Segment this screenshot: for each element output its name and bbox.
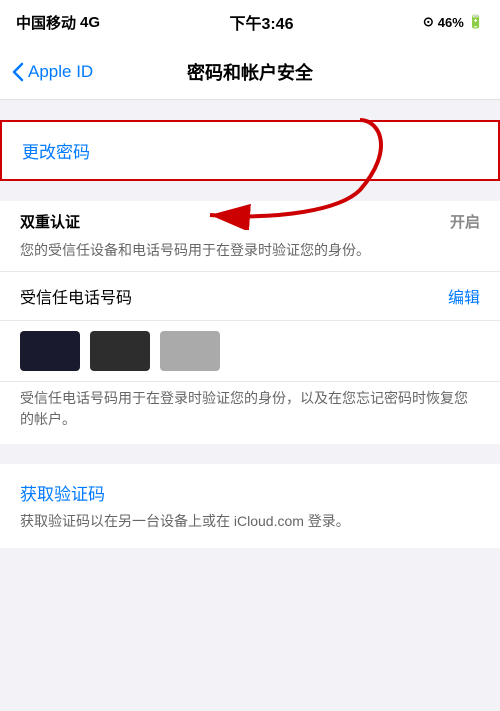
battery-label: 46% — [438, 15, 464, 30]
phone-thumb-2 — [90, 331, 150, 371]
trusted-phone-row[interactable]: 受信任电话号码 编辑 — [0, 271, 500, 320]
network-label: 4G — [80, 14, 100, 31]
status-time: 下午3:46 — [229, 10, 293, 34]
content-area: 更改密码 双重认证 开启 您的受信任设备和电话号码用于在登录时验证您的身份。 受… — [0, 100, 500, 568]
nav-bar: Apple ID 密码和帐户安全 — [0, 44, 500, 100]
status-right: ⊙ 46% 🔋 — [423, 14, 484, 30]
status-left: 中国移动 4G — [16, 12, 100, 33]
carrier-label: 中国移动 — [16, 12, 76, 33]
trusted-phone-desc: 受信任电话号码用于在登录时验证您的身份，以及在您忘记密码时恢复您的帐户。 — [0, 381, 500, 444]
phone-thumb-3 — [160, 331, 220, 371]
get-code-card: 获取验证码 获取验证码以在另一台设备上或在 iCloud.com 登录。 — [0, 464, 500, 548]
change-password-label: 更改密码 — [22, 138, 90, 163]
trusted-phone-label: 受信任电话号码 — [20, 284, 132, 308]
battery-icon: 🔋 — [468, 14, 484, 30]
get-code-label[interactable]: 获取验证码 — [20, 480, 480, 505]
page-title: 密码和帐户安全 — [187, 59, 313, 85]
trusted-phone-edit[interactable]: 编辑 — [448, 284, 480, 308]
change-password-item[interactable]: 更改密码 — [2, 122, 498, 179]
get-code-desc: 获取验证码以在另一台设备上或在 iCloud.com 登录。 — [20, 511, 480, 532]
back-label: Apple ID — [28, 62, 93, 82]
two-factor-status: 开启 — [450, 211, 480, 232]
two-factor-heading: 双重认证 — [20, 211, 80, 232]
two-factor-section: 双重认证 开启 您的受信任设备和电话号码用于在登录时验证您的身份。 受信任电话号… — [0, 201, 500, 444]
phone-thumbnails — [0, 320, 500, 381]
location-icon: ⊙ — [423, 14, 434, 30]
back-button[interactable]: Apple ID — [12, 62, 93, 82]
two-factor-description: 您的受信任设备和电话号码用于在登录时验证您的身份。 — [0, 238, 500, 271]
phone-thumb-1 — [20, 331, 80, 371]
back-chevron-icon — [12, 62, 24, 82]
two-factor-header: 双重认证 开启 — [0, 201, 500, 238]
get-code-item[interactable]: 获取验证码 获取验证码以在另一台设备上或在 iCloud.com 登录。 — [0, 464, 500, 548]
status-bar: 中国移动 4G 下午3:46 ⊙ 46% 🔋 — [0, 0, 500, 44]
change-password-card: 更改密码 — [0, 120, 500, 181]
